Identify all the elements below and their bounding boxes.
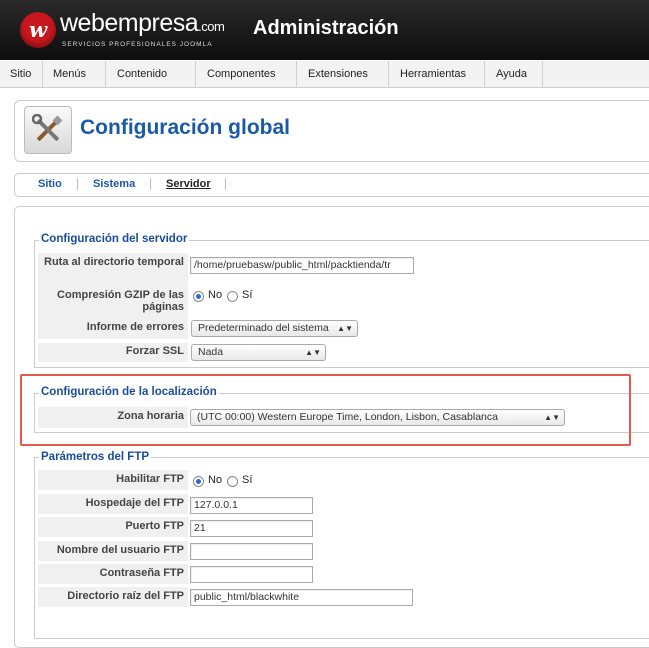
ftp-enable-yes-label: Sí [242,474,253,486]
ftp-enable-no-label: No [208,474,223,486]
error-report-select[interactable]: Predeterminado del sistema ▲▼ [191,320,358,337]
ftp-user-field[interactable] [190,543,313,560]
brand-name: webempresa.com [60,9,225,37]
brand-tagline: SERVICIOS PROFESIONALES JOOMLA [62,41,213,48]
ftp-root-field[interactable]: public_html/blackwhite [190,589,413,606]
tools-icon [24,106,72,154]
subnav-divider [225,178,226,190]
subnav-divider [77,178,78,190]
webempresa-logo-icon: w [20,12,56,48]
main-menu: Sitio Menús Contenido Componentes Extens… [0,61,649,88]
temp-path-field[interactable]: /home/pruebasw/public_html/packtienda/tr [190,257,414,274]
ftp-port-field[interactable]: 21 [190,520,313,537]
menu-item-contenido[interactable]: Contenido [107,61,196,87]
force-ssl-label: Forzar SSL [38,343,188,362]
ftp-user-label: Nombre del usuario FTP [38,541,188,561]
admin-title: Administración [253,17,399,39]
menu-item-ayuda[interactable]: Ayuda [486,61,543,87]
top-header: w webempresa.com SERVICIOS PROFESIONALES… [0,0,649,60]
gzip-yes-label: Sí [242,289,253,301]
gzip-label: Compresión GZIP de las páginas [38,286,188,319]
highlight-annotation [20,374,631,446]
gzip-no-radio[interactable] [193,291,204,302]
subnav-divider [150,178,151,190]
menu-item-sitio[interactable]: Sitio [0,61,43,87]
gzip-no-label: No [208,289,223,301]
tab-sistema[interactable]: Sistema [93,178,135,190]
error-report-label: Informe de errores [38,319,188,339]
ftp-enable-yes-radio[interactable] [227,476,238,487]
menu-item-menus[interactable]: Menús [43,61,106,87]
select-arrows-icon: ▲▼ [305,348,321,357]
select-arrows-icon: ▲▼ [337,324,353,333]
ftp-enable-no-radio[interactable] [193,476,204,487]
gzip-yes-radio[interactable] [227,291,238,302]
menu-item-herramientas[interactable]: Herramientas [390,61,485,87]
ftp-legend: Parámetros del FTP [39,451,152,463]
ftp-password-field[interactable] [190,566,313,583]
ftp-root-label: Directorio raíz del FTP [38,587,188,607]
temp-path-label: Ruta al directorio temporal [38,253,188,286]
ftp-password-label: Contraseña FTP [38,564,188,584]
menu-item-componentes[interactable]: Componentes [197,61,297,87]
tab-sitio[interactable]: Sitio [38,178,62,190]
ftp-port-label: Puerto FTP [38,517,188,537]
server-legend: Configuración del servidor [39,233,190,245]
ftp-enable-label: Habilitar FTP [38,470,188,490]
ftp-host-label: Hospedaje del FTP [38,494,188,514]
page-title: Configuración global [80,116,290,139]
ftp-host-field[interactable]: 127.0.0.1 [190,497,313,514]
tab-servidor[interactable]: Servidor [166,178,211,190]
menu-item-extensiones[interactable]: Extensiones [298,61,389,87]
force-ssl-select[interactable]: Nada ▲▼ [191,344,326,361]
